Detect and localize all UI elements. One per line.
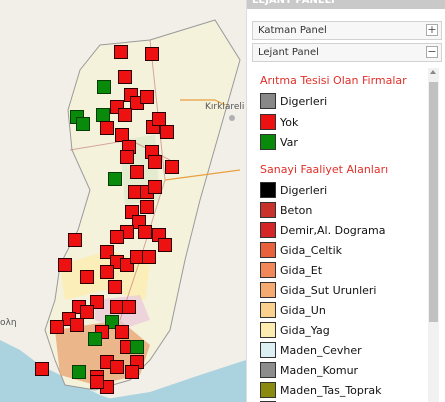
legend-item-label: Gida_Sut Urunleri [280,284,377,297]
facility-marker[interactable] [97,80,111,94]
legend-swatch [260,182,276,198]
facility-marker[interactable] [118,108,132,122]
facility-marker[interactable] [100,265,114,279]
facility-marker[interactable] [68,233,82,247]
facility-marker[interactable] [140,200,154,214]
facility-marker[interactable] [148,180,162,194]
facility-marker[interactable] [138,225,152,239]
legend-item-label: Gida_Yag [280,324,330,337]
expand-icon[interactable]: + [426,24,438,36]
legend-swatch [260,382,276,398]
legend-swatch [260,282,276,298]
facility-marker[interactable] [114,45,128,59]
legend-swatch [260,114,276,130]
legend-swatch [260,202,276,218]
katman-panel-header[interactable]: Katman Panel + [252,21,442,40]
legend-swatch [260,262,276,278]
facility-marker[interactable] [58,258,72,272]
legend-swatch [260,322,276,338]
facility-marker[interactable] [115,325,129,339]
facility-marker[interactable] [88,332,102,346]
legend-item-label: Digerleri [280,95,328,108]
scroll-up-icon[interactable] [430,70,436,74]
facility-marker[interactable] [72,365,86,379]
place-label-kirklareli: Kırklareli [205,102,245,112]
map-view[interactable]: Kırklareli ολη [0,0,246,402]
katman-panel-label: Katman Panel [258,25,327,36]
legend-item-label: Digerleri [280,184,328,197]
facility-marker[interactable] [160,125,174,139]
legend-list: Arıtma Tesisi Olan Firmalar Digerleri Yo… [252,63,442,402]
facility-marker[interactable] [35,362,49,376]
legend-item-label: Yok [280,116,299,129]
facility-marker[interactable] [125,365,139,379]
facility-marker[interactable] [158,238,172,252]
scrollbar-thumb[interactable] [429,82,438,322]
side-panel: LEJANT PANELİ Katman Panel + Lejant Pane… [246,0,445,402]
facility-marker[interactable] [148,155,162,169]
facility-marker[interactable] [108,280,122,294]
place-label-left: ολη [0,318,17,328]
facility-marker[interactable] [70,318,84,332]
facility-marker[interactable] [122,300,136,314]
lejant-panel-header[interactable]: Lejant Panel − [252,43,442,62]
facility-marker[interactable] [118,70,132,84]
legend-item-label: Gida_Celtik [280,244,343,257]
facility-marker[interactable] [110,360,124,374]
facility-marker[interactable] [80,270,94,284]
facility-marker[interactable] [130,340,144,354]
legend-section-title: Arıtma Tesisi Olan Firmalar [260,74,407,87]
legend-item-label: Gida_Un [280,304,326,317]
legend-swatch [260,242,276,258]
legend-swatch [260,342,276,358]
legend-item-label: Beton [280,204,313,217]
facility-marker[interactable] [130,165,144,179]
facility-marker[interactable] [110,230,124,244]
legend-section-title: Sanayi Faaliyet Alanları [260,163,389,176]
facility-marker[interactable] [120,150,134,164]
legend-swatch [260,362,276,378]
facility-marker[interactable] [80,305,94,319]
collapse-icon[interactable]: − [426,46,438,58]
lejant-panel-label: Lejant Panel [258,47,319,58]
legend-item-label: Gida_Et [280,264,323,277]
legend-swatch [260,93,276,109]
facility-marker[interactable] [165,160,179,174]
facility-marker[interactable] [50,320,64,334]
facility-marker[interactable] [145,47,159,61]
legend-item-label: Demir,Al. Dograma [280,224,386,237]
facility-marker[interactable] [100,121,114,135]
facility-marker[interactable] [140,90,154,104]
facility-marker[interactable] [76,117,90,131]
legend-item-label: Var [280,136,298,149]
legend-item-label: Maden_Komur [280,364,359,377]
facility-marker[interactable] [90,375,104,389]
legend-item-label: Maden_Cevher [280,344,362,357]
legend-swatch [260,134,276,150]
legend-swatch [260,222,276,238]
legend-scrollbar[interactable] [428,68,439,402]
legend-swatch [260,302,276,318]
legend-item-label: Maden_Tas_Toprak [280,384,382,397]
facility-marker[interactable] [96,108,110,122]
facility-marker[interactable] [108,172,122,186]
facility-marker[interactable] [142,250,156,264]
facility-marker[interactable] [152,112,166,126]
panel-header: LEJANT PANELİ [247,0,445,9]
